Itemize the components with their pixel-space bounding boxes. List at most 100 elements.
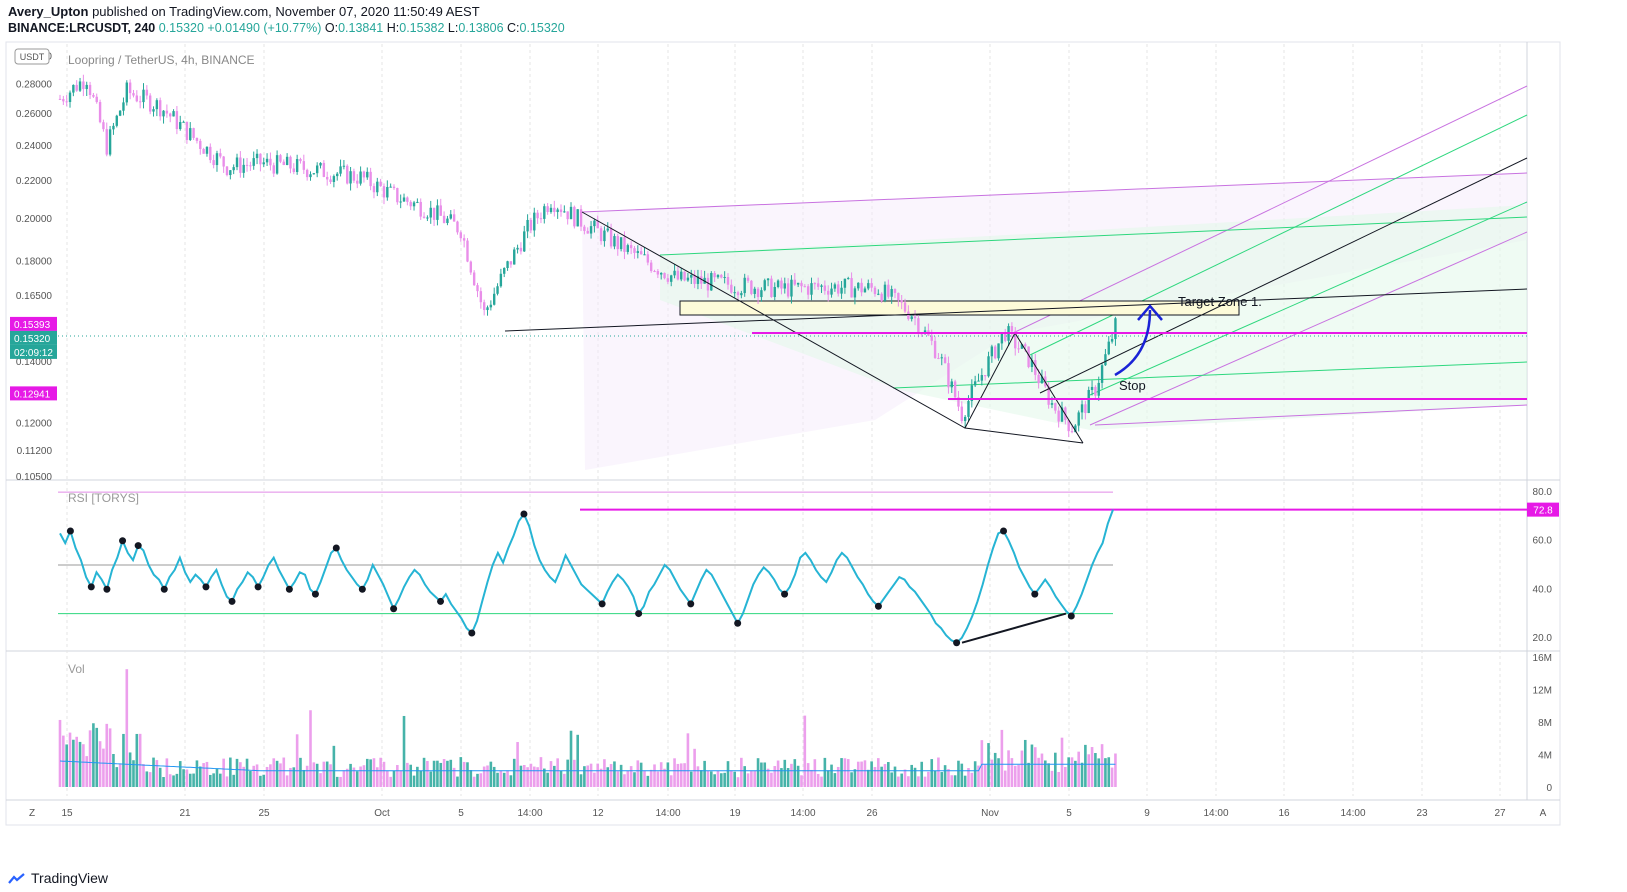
candle-body bbox=[877, 293, 880, 295]
candle-body bbox=[796, 282, 800, 285]
volume-bar bbox=[536, 767, 539, 787]
candle-body bbox=[953, 381, 957, 398]
rsi-pivot-dot bbox=[598, 600, 606, 608]
volume-bar bbox=[112, 753, 115, 787]
volume-bar bbox=[108, 728, 112, 787]
volume-bar bbox=[770, 772, 773, 787]
tradingview-brand[interactable]: TradingView bbox=[8, 870, 108, 886]
price-tick-label: 0.10500 bbox=[16, 472, 53, 483]
volume-bar bbox=[576, 734, 579, 787]
volume-title: Vol bbox=[68, 662, 85, 676]
rsi-pivot-dot bbox=[1000, 527, 1008, 535]
volume-bar bbox=[472, 776, 476, 787]
candle-body bbox=[499, 273, 503, 287]
price-tick-label: 0.28000 bbox=[16, 79, 53, 90]
volume-bar bbox=[115, 767, 119, 787]
volume-bar bbox=[686, 733, 690, 787]
candle-body bbox=[1050, 403, 1054, 405]
low-label: L: bbox=[447, 21, 459, 35]
volume-bar bbox=[155, 760, 159, 787]
candle-body bbox=[813, 283, 817, 285]
volume-bar bbox=[322, 761, 326, 787]
candle-body bbox=[108, 129, 112, 155]
price-label: 0.15320 bbox=[14, 334, 51, 345]
candle-body bbox=[683, 271, 686, 281]
volume-bar bbox=[1054, 752, 1057, 787]
last-price: 0.15320 bbox=[158, 21, 204, 35]
volume-bar bbox=[225, 776, 229, 787]
open-value: 0.13841 bbox=[338, 21, 384, 35]
candle-body bbox=[827, 290, 830, 295]
volume-bar bbox=[987, 743, 990, 787]
candle-body bbox=[78, 81, 82, 91]
volume-bar bbox=[877, 758, 880, 787]
candle-body bbox=[429, 207, 432, 218]
volume-bar bbox=[299, 757, 302, 787]
volume-bar bbox=[249, 770, 252, 787]
candle-body bbox=[172, 111, 175, 117]
volume-bar bbox=[85, 756, 89, 787]
candle-body bbox=[506, 261, 509, 268]
volume-bar bbox=[810, 769, 813, 787]
volume-bar bbox=[1040, 753, 1044, 787]
volume-bar bbox=[198, 766, 202, 787]
candle-body bbox=[900, 300, 903, 303]
candle-body bbox=[319, 162, 322, 166]
candle-body bbox=[843, 278, 847, 288]
volume-bar bbox=[68, 732, 72, 787]
candle-body bbox=[553, 207, 556, 213]
volume-bar bbox=[502, 772, 506, 787]
volume-bar bbox=[653, 764, 656, 787]
volume-bar bbox=[372, 758, 376, 787]
volume-bar bbox=[559, 770, 563, 787]
volume-bar bbox=[1107, 757, 1111, 787]
auto-scale-icon: A bbox=[1540, 808, 1547, 819]
time-tick-label: 14:00 bbox=[1340, 808, 1365, 819]
candle-body bbox=[409, 201, 412, 207]
volume-bar bbox=[125, 669, 129, 787]
candle-body bbox=[1070, 431, 1074, 433]
volume-bar bbox=[168, 774, 172, 787]
chart-area[interactable]: 15 21 25 Oct 5 14:00 12 14:00 19 14:00 26 Nov 5 9 14:0… bbox=[0, 40, 1627, 850]
candle-body bbox=[536, 212, 539, 219]
candle-body bbox=[215, 153, 219, 166]
author-name[interactable]: Avery_Upton bbox=[8, 4, 88, 19]
volume-bar bbox=[856, 761, 860, 787]
volume-bar bbox=[1070, 757, 1074, 787]
candle-body bbox=[990, 346, 994, 357]
candle-body bbox=[169, 113, 172, 117]
candle-body bbox=[446, 218, 449, 224]
volume-bar bbox=[329, 764, 332, 787]
volume-bar bbox=[345, 768, 349, 787]
candle-body bbox=[636, 251, 640, 253]
rsi-pivot-dot bbox=[953, 639, 961, 647]
volume-bar bbox=[773, 766, 777, 787]
volume-bar bbox=[135, 733, 139, 787]
candle-body bbox=[903, 302, 907, 312]
candle-body bbox=[359, 171, 362, 184]
candle-body bbox=[426, 217, 429, 219]
candle-body bbox=[222, 156, 225, 167]
candle-body bbox=[913, 316, 917, 319]
volume-bar bbox=[145, 771, 149, 787]
candle-body bbox=[766, 278, 770, 281]
volume-bar bbox=[960, 763, 964, 787]
candle-body bbox=[994, 346, 997, 359]
candle-body bbox=[603, 230, 606, 242]
volume-bar bbox=[776, 760, 780, 787]
volume-bar bbox=[910, 764, 913, 787]
volume-bar bbox=[1087, 754, 1091, 787]
volume-bar bbox=[990, 759, 994, 787]
volume-bar bbox=[933, 770, 937, 787]
volume-bar bbox=[476, 773, 479, 787]
candle-body bbox=[195, 137, 199, 141]
volume-bar bbox=[222, 758, 225, 787]
candle-body bbox=[907, 311, 910, 320]
volume-bar bbox=[646, 775, 650, 787]
price-tick-label: 0.16500 bbox=[16, 291, 53, 302]
candle-body bbox=[893, 289, 897, 293]
candle-body bbox=[1094, 386, 1097, 396]
volume-bar bbox=[887, 762, 890, 787]
candle-body bbox=[830, 288, 833, 295]
candle-body bbox=[436, 205, 439, 220]
